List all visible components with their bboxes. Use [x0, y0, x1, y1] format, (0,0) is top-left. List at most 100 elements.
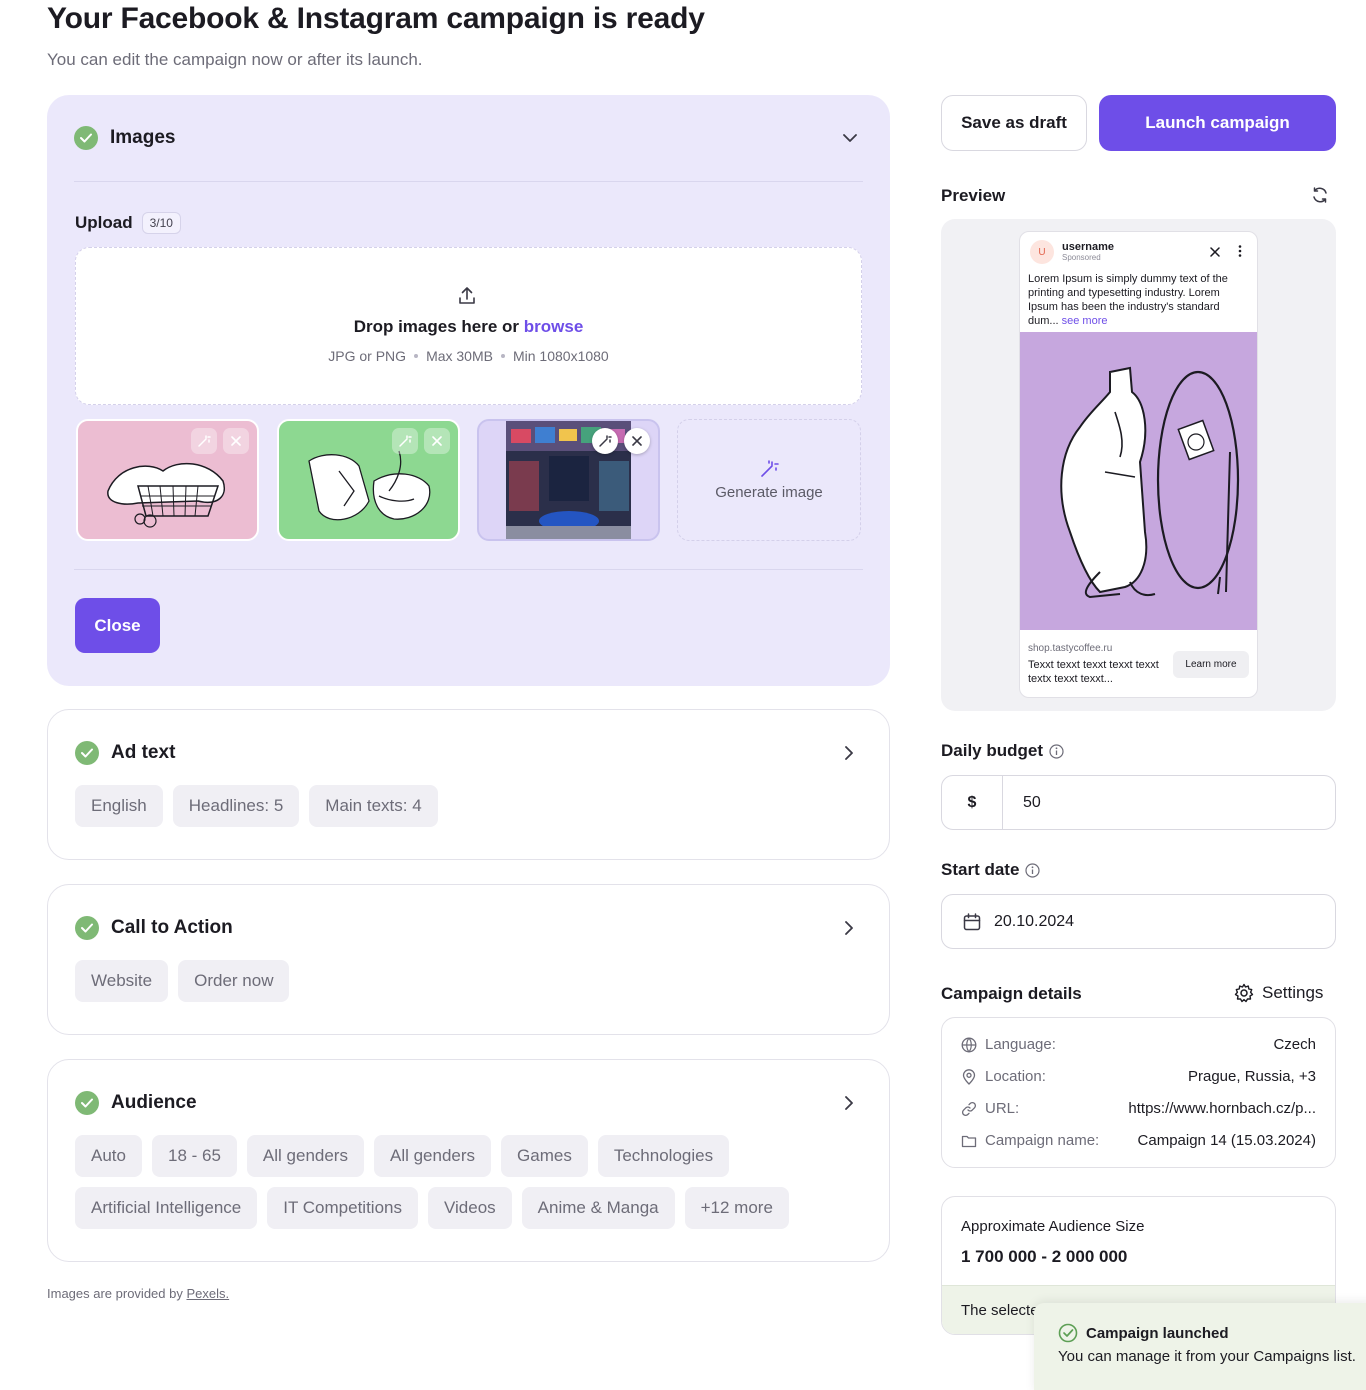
save-as-draft-button[interactable]: Save as draft [941, 95, 1087, 151]
separator-dot [414, 354, 419, 358]
upload-count-badge: 3/10 [141, 212, 181, 234]
magic-wand-icon[interactable] [592, 428, 618, 454]
more-chip[interactable]: +12 more [684, 1187, 789, 1229]
toast-title: Campaign launched [1086, 1324, 1229, 1342]
upload-label-text: Upload [75, 213, 133, 232]
preview-label: Preview [941, 186, 1006, 205]
currency-label: $ [942, 776, 1003, 829]
start-date-label-text: Start date [941, 860, 1020, 879]
close-icon[interactable] [223, 428, 249, 454]
chip: Anime & Manga [521, 1187, 675, 1229]
image-thumbnail[interactable] [477, 419, 660, 541]
ad-text-card-header[interactable]: Ad text [75, 741, 859, 765]
preview-url: shop.tastycoffee.ru [1028, 643, 1113, 654]
image-thumbnail[interactable] [76, 419, 259, 541]
link-icon [961, 1101, 977, 1116]
close-icon [1210, 244, 1220, 262]
pexels-link[interactable]: Pexels. [186, 1286, 229, 1301]
detail-value: Prague, Russia, +3 [1188, 1068, 1316, 1085]
more-vertical-icon [1238, 244, 1242, 262]
toast-header: Campaign launched [1058, 1323, 1229, 1343]
info-icon[interactable] [1049, 743, 1064, 759]
images-card-title: Images [110, 127, 176, 148]
chip: Main texts: 4 [309, 785, 438, 827]
audience-card-title: Audience [111, 1092, 197, 1113]
chip: Videos [427, 1187, 512, 1229]
chip: Artificial Intelligence [75, 1187, 258, 1229]
mirror-illustration [1060, 366, 1240, 599]
call-to-action-card-header[interactable]: Call to Action [75, 916, 859, 940]
chip: English [75, 785, 163, 827]
calendar-icon [963, 912, 981, 930]
launch-campaign-button[interactable]: Launch campaign [1099, 95, 1336, 151]
audience-size-label: Approximate Audience Size [961, 1218, 1145, 1235]
generate-image-button[interactable]: Generate image [677, 419, 861, 541]
map-pin-icon [962, 1068, 976, 1085]
daily-budget-value[interactable]: 50 [1003, 776, 1335, 829]
check-icon [75, 916, 99, 940]
drop-instruction: Drop images here or [353, 317, 520, 336]
toast-notification[interactable]: Campaign launched You can manage it from… [1034, 1303, 1366, 1390]
chip: Games [501, 1135, 588, 1177]
globe-icon [961, 1037, 977, 1052]
chip: Auto [75, 1135, 142, 1177]
chip: All genders [246, 1135, 364, 1177]
chevron-down-icon[interactable] [840, 128, 860, 148]
divider [74, 181, 863, 182]
image-thumbnail[interactable] [277, 419, 460, 541]
settings-link[interactable]: Settings [1234, 983, 1323, 1003]
preview-cta-button: Learn more [1173, 651, 1249, 678]
detail-row-url: URL: https://www.hornbach.cz/p... [961, 1100, 1316, 1117]
browse-link[interactable]: browse [524, 317, 584, 336]
info-icon[interactable] [1025, 862, 1041, 878]
preview-body-text: Lorem Ipsum is simply dummy text of the … [1028, 273, 1228, 327]
close-icon[interactable] [624, 428, 650, 454]
chevron-right-icon[interactable] [839, 743, 859, 763]
magic-wand-icon[interactable] [191, 428, 217, 454]
start-date-input[interactable]: 20.10.2024 [941, 894, 1336, 949]
detail-key: Campaign name: [985, 1132, 1100, 1149]
call-to-action-card-title: Call to Action [111, 917, 233, 938]
chip: Headlines: 5 [172, 785, 300, 827]
chevron-right-icon[interactable] [839, 1093, 859, 1113]
refresh-icon[interactable] [1311, 186, 1329, 209]
preview-description: Texxt texxt texxt texxt texxt textx texx… [1028, 659, 1159, 685]
check-icon [75, 1091, 99, 1115]
settings-label: Settings [1262, 983, 1324, 1002]
audience-card[interactable]: Audience Auto 18 - 65 All genders All ge… [47, 1059, 890, 1262]
close-button[interactable]: Close [75, 598, 160, 653]
daily-budget-input[interactable]: $ 50 [941, 775, 1336, 830]
ad-text-chips: English Headlines: 5 Main texts: 4 [75, 785, 438, 827]
chevron-right-icon[interactable] [839, 918, 859, 938]
magic-wand-icon[interactable] [392, 428, 418, 454]
detail-row-campaign-name: Campaign name: Campaign 14 (15.03.2024) [961, 1132, 1316, 1149]
call-to-action-chips: Website Order now [75, 960, 290, 1002]
ad-text-card[interactable]: Ad text English Headlines: 5 Main texts:… [47, 709, 890, 860]
audience-size-note-text: The selecte [961, 1302, 1039, 1319]
folder-icon [961, 1135, 977, 1147]
preview-image [1020, 332, 1257, 630]
close-icon[interactable] [424, 428, 450, 454]
check-icon [75, 741, 99, 765]
images-card-header[interactable]: Images [74, 126, 860, 150]
preview-body: Lorem Ipsum is simply dummy text of the … [1028, 272, 1248, 328]
audience-card-header[interactable]: Audience [75, 1091, 859, 1115]
check-icon [74, 126, 98, 150]
detail-key: Location: [985, 1068, 1046, 1085]
detail-row-location: Location: Prague, Russia, +3 [961, 1068, 1316, 1085]
start-date-label: Start date [941, 860, 1041, 880]
call-to-action-card[interactable]: Call to Action Website Order now [47, 884, 890, 1035]
detail-row-language: Language: Czech [961, 1036, 1316, 1053]
chip: All genders [373, 1135, 492, 1177]
generate-image-label: Generate image [715, 484, 823, 501]
image-dropzone[interactable]: Drop images here or browse JPG or PNG Ma… [75, 247, 862, 405]
campaign-details-label: Campaign details [941, 984, 1082, 1003]
max-size-text: Max 30MB [426, 348, 493, 364]
page-subtitle: You can edit the campaign now or after i… [47, 50, 423, 69]
upload-label: Upload 3/10 [75, 212, 181, 234]
ad-preview: U username Sponsored Lorem Ipsum is simp… [941, 219, 1336, 711]
chip: Order now [178, 960, 290, 1002]
start-date-value: 20.10.2024 [994, 912, 1075, 930]
chip: Technologies [597, 1135, 730, 1177]
chip: Website [75, 960, 169, 1002]
